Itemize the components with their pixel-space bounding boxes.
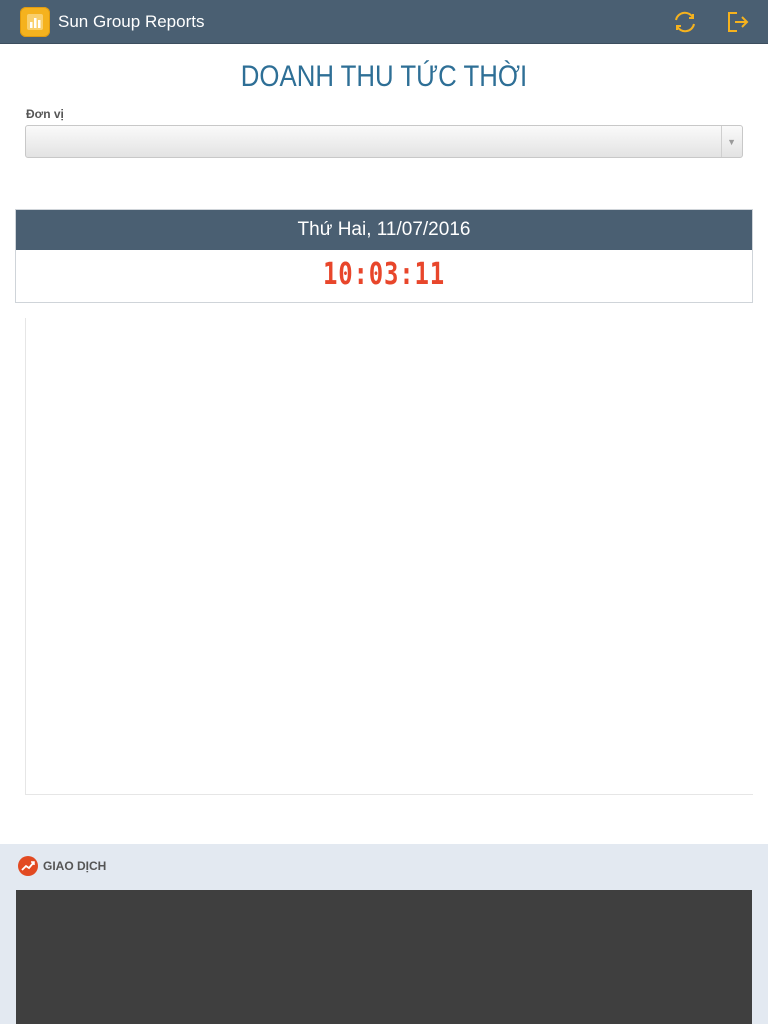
select-divider — [721, 126, 722, 157]
refresh-button[interactable] — [672, 9, 698, 35]
clock-panel: Thứ Hai, 11/07/2016 10:03:11 — [15, 209, 753, 303]
chevron-down-icon: ▼ — [727, 137, 736, 147]
unit-select[interactable]: ▼ — [25, 125, 743, 158]
app-title: Sun Group Reports — [58, 12, 205, 31]
top-bar: Sun Group Reports — [0, 0, 768, 44]
logout-icon — [728, 12, 749, 32]
trend-chart-icon — [18, 856, 38, 876]
clock-date: Thứ Hai, 11/07/2016 — [16, 210, 752, 250]
bar-chart-icon — [20, 7, 50, 37]
page-title: DOANH THU TỨC THỜI — [240, 60, 528, 93]
clock-time: 10:03:11 — [323, 257, 445, 292]
refresh-icon — [675, 11, 695, 33]
logout-button[interactable] — [726, 10, 750, 34]
section-title: GIAO DỊCH — [43, 859, 107, 873]
transactions-panel — [16, 890, 752, 1024]
revenue-chart-area — [25, 318, 753, 795]
unit-label: Đơn vị — [26, 107, 64, 121]
